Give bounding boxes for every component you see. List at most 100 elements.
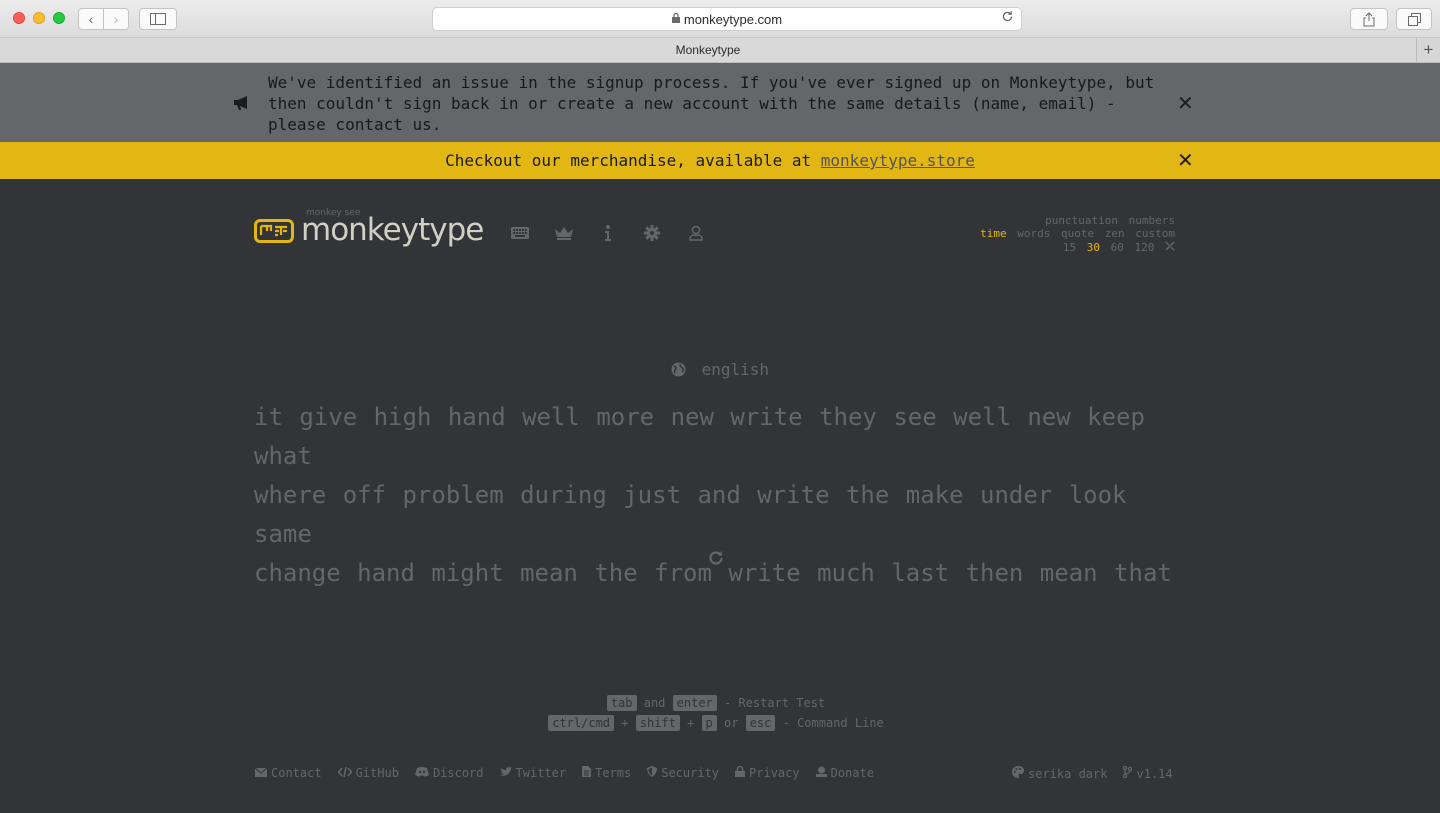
share-button[interactable] [1350,8,1388,30]
tab-monkeytype[interactable]: Monkeytype [0,38,1416,62]
file-icon [582,766,592,780]
address-bar[interactable]: monkeytype.com [432,7,1022,31]
footer-discord[interactable]: Discord [414,766,484,780]
new-tab-button[interactable]: + [1416,38,1440,62]
info-icon[interactable] [597,222,619,244]
sidebar-icon [150,13,166,25]
language-label: english [701,360,770,379]
footer-github-label: GitHub [355,766,399,780]
language-selector[interactable]: english [0,360,1440,379]
command-line-hint: ctrl/cmd + shift + p or esc - Command Li… [0,715,1432,731]
numbers-toggle[interactable]: numbers [1129,214,1175,227]
footer-privacy[interactable]: Privacy [735,765,800,780]
hint-command-desc: - Command Line [782,716,884,730]
zoom-window-button[interactable] [53,12,65,24]
tab-overview-button[interactable] [1396,8,1432,30]
time-30[interactable]: 30 [1087,241,1100,254]
punctuation-toggle[interactable]: punctuation [1045,214,1118,227]
footer-right: serika dark v1.14 [1012,765,1189,781]
key-shift: shift [635,715,680,731]
theme-label: serika dark [1028,766,1108,781]
forward-button[interactable]: › [103,8,129,30]
mode-custom[interactable]: custom [1135,227,1175,240]
footer-twitter-label: Twitter [515,766,567,780]
user-icon[interactable] [685,222,707,244]
back-button[interactable]: ‹ [78,8,104,30]
config-toggles: punctuation numbers [1041,214,1175,227]
envelope-icon [254,767,268,780]
crown-icon[interactable] [553,222,575,244]
footer-privacy-label: Privacy [749,766,800,780]
key-ctrl-cmd: ctrl/cmd [548,715,615,731]
footer-terms-label: Terms [595,766,632,780]
footer-contact-label: Contact [271,766,322,780]
tab-bar: Monkeytype + [0,38,1440,63]
footer-contact[interactable]: Contact [254,766,322,780]
footer-twitter[interactable]: Twitter [499,766,567,780]
footer-links: Contact GitHub Discord Twitter Terms Sec… [254,765,890,780]
logo-icon[interactable] [254,219,294,243]
reload-icon[interactable] [1001,10,1014,26]
settings-icon[interactable] [641,222,663,244]
url-text: monkeytype.com [683,11,783,27]
custom-time-icon[interactable] [1165,241,1175,254]
share-icon [1363,11,1375,26]
mode-quote[interactable]: quote [1061,227,1094,240]
discord-icon [414,766,429,780]
footer-discord-label: Discord [432,766,484,780]
time-selector: 15 30 60 120 [1059,241,1175,254]
merch-message: Checkout our merchandise, available at [445,151,821,170]
tabs-icon [1407,12,1421,26]
hint-and: and [643,696,666,710]
notice-close-button[interactable]: ✕ [1177,93,1194,113]
restart-hint: tab and enter - Restart Test [0,695,1432,711]
merch-store-link[interactable]: monkeytype.store [821,151,975,170]
time-15[interactable]: 15 [1063,241,1076,254]
mode-words[interactable]: words [1017,227,1050,240]
restart-button[interactable] [705,547,727,569]
restart-icon [709,551,723,565]
key-enter: enter [672,695,717,711]
globe-icon [671,360,696,379]
merch-close-button[interactable]: ✕ [1177,150,1194,170]
key-tab: tab [606,695,637,711]
minimize-window-button[interactable] [33,12,45,24]
footer-security-label: Security [661,766,720,780]
time-120[interactable]: 120 [1135,241,1155,254]
version-button[interactable]: v1.14 [1123,765,1173,781]
footer-security[interactable]: Security [647,766,719,780]
code-branch-icon [1123,765,1133,781]
mode-time[interactable]: time [980,227,1007,240]
key-esc: esc [745,715,776,731]
hint-or: or [724,716,739,730]
palette-icon [1012,766,1024,781]
notice-text: We've identified an issue in the signup … [268,73,1155,134]
logo-text[interactable]: monkeytype [301,212,484,248]
footer-github[interactable]: GitHub [337,766,399,780]
merch-banner: Checkout our merchandise, available at m… [0,142,1440,179]
hint-restart-desc: - Restart Test [724,696,826,710]
lock-icon [671,12,680,26]
merch-text: Checkout our merchandise, available at m… [0,151,1420,170]
notice-banner: We've identified an issue in the signup … [0,63,1440,142]
word-line: where off problem during just and write … [254,481,1127,548]
keyboard-icon[interactable] [509,222,531,244]
mode-selector: time words quote zen custom [976,227,1175,240]
twitter-icon [499,766,512,780]
time-60[interactable]: 60 [1111,241,1124,254]
footer-terms[interactable]: Terms [582,766,631,780]
theme-button[interactable]: serika dark [1012,766,1107,781]
hint-plus: + [621,716,629,730]
close-window-button[interactable] [13,12,25,24]
footer-donate-label: Donate [830,766,874,780]
sidebar-toggle-button[interactable] [139,8,177,30]
code-icon [337,766,353,780]
hint-plus: + [687,716,695,730]
tab-title: Monkeytype [675,43,741,57]
word-line: it give high hand well more new write th… [254,403,1145,470]
footer-donate[interactable]: Donate [815,766,874,780]
plus-icon: + [1423,40,1434,59]
lock-icon [735,765,746,780]
mode-zen[interactable]: zen [1105,227,1125,240]
chevron-right-icon: › [113,11,119,27]
